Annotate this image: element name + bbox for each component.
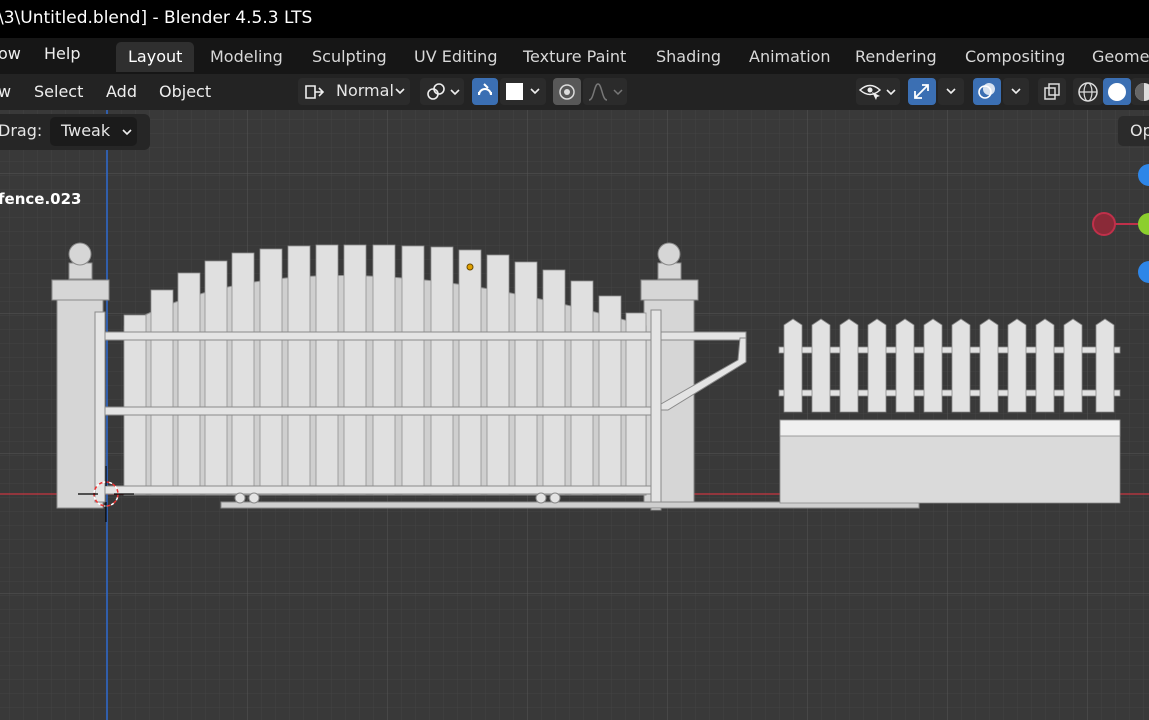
tab-modeling[interactable]: Modeling (198, 42, 295, 72)
menu-view[interactable]: w (0, 82, 11, 102)
menu-add[interactable]: Add (106, 82, 137, 102)
menu-help[interactable]: Help (44, 44, 80, 64)
tab-geometry[interactable]: Geomet (1080, 42, 1149, 72)
3d-viewport[interactable] (0, 110, 1149, 720)
shading-material-button[interactable] (1131, 78, 1149, 105)
shading-solid-button[interactable] (1103, 78, 1131, 105)
top-menubar: ow Help Layout Modeling Sculpting UV Edi… (0, 38, 1149, 74)
chevron-down-icon (946, 88, 956, 95)
picket-fence (778, 318, 1121, 504)
fence-model[interactable] (0, 110, 1149, 720)
window-titlebar: \3\Untitled.blend] - Blender 4.5.3 LTS (0, 0, 1149, 38)
tab-animation[interactable]: Animation (737, 42, 843, 72)
chevron-down-icon (395, 88, 405, 95)
overlays-dropdown[interactable] (1003, 78, 1029, 105)
solid-sphere-icon (1108, 83, 1126, 101)
tab-rendering[interactable]: Rendering (843, 42, 949, 72)
shading-wireframe-button[interactable] (1073, 78, 1103, 105)
tab-layout[interactable]: Layout (116, 42, 195, 72)
drag-value: Tweak (61, 121, 111, 140)
drag-label: Drag: (0, 121, 43, 140)
navigation-gizmo[interactable] (1089, 155, 1149, 295)
overlays-toggle[interactable] (973, 78, 1001, 105)
menu-window[interactable]: ow (0, 44, 21, 64)
tab-texture-paint[interactable]: Texture Paint (511, 42, 638, 72)
orientation-icon (305, 85, 325, 99)
eye-pointer-icon (858, 84, 896, 100)
tool-settings-bar: Drag: Tweak (0, 114, 150, 150)
proportional-edit-toggle[interactable] (553, 78, 581, 105)
options-button[interactable]: Op (1118, 116, 1149, 146)
object-origin-dot (466, 263, 474, 271)
falloff-curve-icon (588, 83, 623, 101)
pivot-dropdown[interactable] (420, 78, 464, 105)
material-sphere-icon (1135, 83, 1149, 101)
visibility-dropdown[interactable] (856, 78, 900, 105)
window-title: \3\Untitled.blend] - Blender 4.5.3 LTS (0, 8, 313, 28)
menu-object[interactable]: Object (159, 82, 211, 102)
menu-select[interactable]: Select (34, 82, 83, 102)
snap-toggle[interactable] (472, 78, 498, 105)
pivot-icon (427, 83, 460, 100)
snap-target-dropdown[interactable] (500, 78, 546, 105)
tab-shading[interactable]: Shading (644, 42, 733, 72)
gizmo-toggle[interactable] (908, 78, 936, 105)
snap-icon (478, 83, 492, 96)
chevron-down-icon (122, 129, 132, 136)
viewport-header: w Select Add Object Normal (0, 74, 1149, 110)
xray-toggle[interactable] (1038, 78, 1066, 105)
tab-uv-editing[interactable]: UV Editing (402, 42, 509, 72)
tab-sculpting[interactable]: Sculpting (300, 42, 399, 72)
chevron-down-icon (530, 88, 540, 95)
gizmo-dropdown[interactable] (938, 78, 964, 105)
falloff-dropdown[interactable] (583, 78, 627, 105)
drag-dropdown[interactable]: Tweak (50, 117, 137, 146)
tab-compositing[interactable]: Compositing (953, 42, 1077, 72)
mode-label: Normal (336, 81, 394, 100)
wireframe-sphere-icon (1078, 82, 1098, 102)
xray-icon (1044, 83, 1060, 100)
chevron-down-icon (1011, 88, 1021, 95)
proportional-edit-icon (559, 84, 575, 100)
square-icon (506, 83, 523, 100)
overlays-icon (978, 83, 995, 99)
active-object-label: fence.023 (0, 190, 82, 208)
gizmo-icon (914, 84, 929, 99)
transform-orientation-dropdown[interactable]: Normal (298, 78, 410, 105)
